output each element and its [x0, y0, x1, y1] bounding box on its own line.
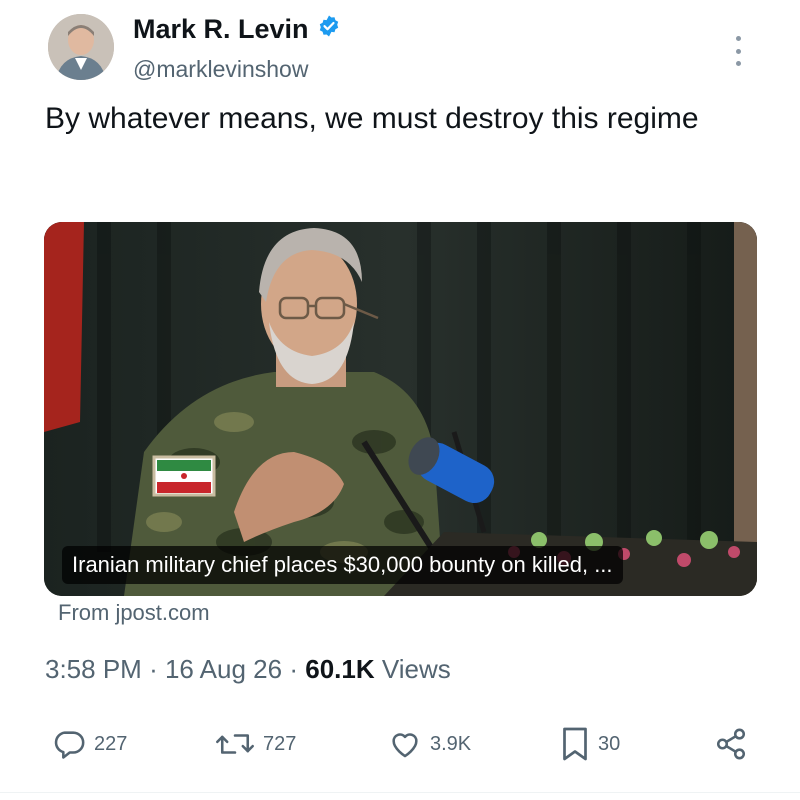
card-source[interactable]: From jpost.com: [58, 600, 210, 626]
reply-icon: [52, 727, 86, 761]
link-card[interactable]: Iranian military chief places $30,000 bo…: [44, 222, 757, 596]
bookmark-button[interactable]: 30: [560, 724, 620, 764]
reply-button[interactable]: 227: [52, 724, 127, 764]
author-name[interactable]: Mark R. Levin: [133, 14, 309, 45]
more-icon[interactable]: [728, 36, 748, 66]
card-image: [44, 222, 757, 596]
retweet-icon: [215, 727, 255, 761]
tweet-meta: 3:58 PM · 16 Aug 26 · 60.1K Views: [45, 654, 451, 685]
share-icon: [714, 727, 748, 761]
author-handle[interactable]: @marklevinshow: [133, 56, 308, 83]
tweet-text: By whatever means, we must destroy this …: [45, 102, 699, 135]
bookmark-count: 30: [598, 732, 621, 755]
reply-count: 227: [94, 732, 128, 755]
bookmark-icon: [560, 726, 590, 762]
author-name-row[interactable]: Mark R. Levin: [133, 14, 341, 45]
meta-separator: ·: [289, 654, 298, 684]
views-label: Views: [381, 654, 451, 684]
retweet-count: 727: [263, 732, 297, 755]
like-button[interactable]: 3.9K: [388, 724, 471, 764]
card-headline[interactable]: Iranian military chief places $30,000 bo…: [62, 546, 623, 584]
tweet-date[interactable]: 16 Aug 26: [165, 654, 282, 684]
divider: [0, 792, 800, 793]
views-count: 60.1K: [305, 654, 375, 684]
like-icon: [388, 727, 422, 761]
share-button[interactable]: [714, 724, 748, 764]
tweet-time[interactable]: 3:58 PM: [45, 654, 142, 684]
avatar[interactable]: [48, 14, 114, 80]
retweet-button[interactable]: 727: [215, 724, 296, 764]
meta-separator: ·: [149, 654, 158, 684]
verified-badge-icon: [317, 14, 341, 45]
like-count: 3.9K: [430, 732, 472, 755]
